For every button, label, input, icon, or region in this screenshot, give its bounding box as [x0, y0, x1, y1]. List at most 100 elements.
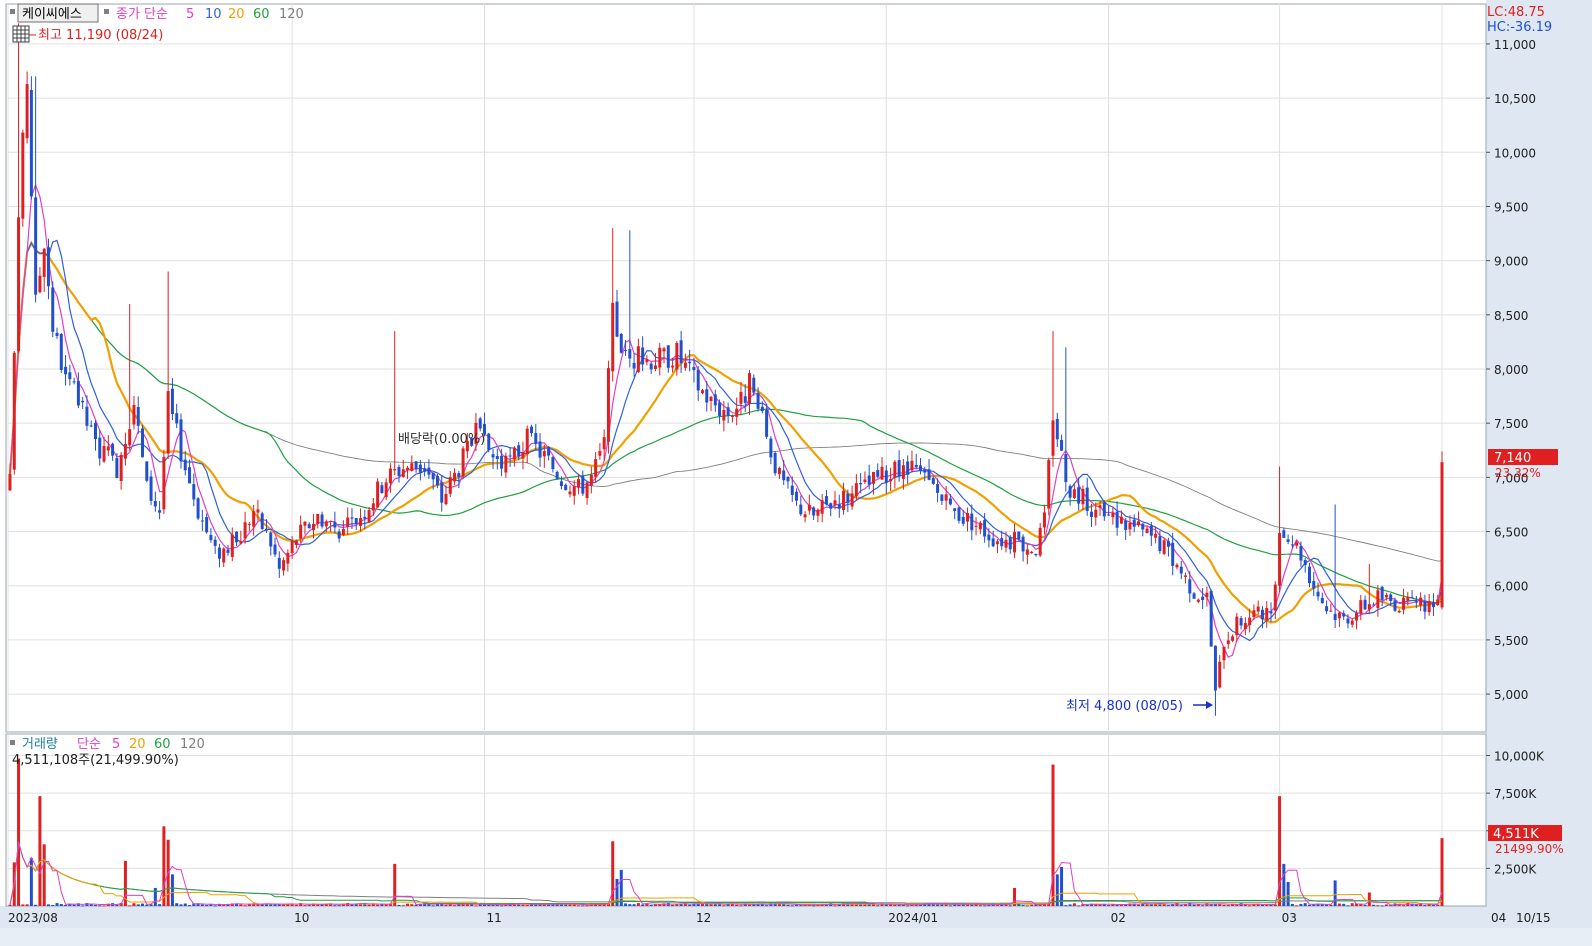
- candle-body[interactable]: [897, 460, 901, 477]
- volume-bar[interactable]: [1030, 904, 1034, 906]
- volume-bar[interactable]: [1342, 903, 1346, 906]
- volume-bar[interactable]: [581, 905, 585, 907]
- candle-body[interactable]: [1397, 610, 1401, 613]
- candle-body[interactable]: [401, 469, 405, 477]
- candle-body[interactable]: [679, 340, 683, 364]
- volume-bar[interactable]: [59, 903, 63, 906]
- candle-body[interactable]: [756, 392, 760, 409]
- candle-body[interactable]: [406, 467, 410, 471]
- candle-body[interactable]: [376, 481, 380, 508]
- volume-bar[interactable]: [1017, 904, 1021, 906]
- candle-body[interactable]: [1154, 533, 1158, 538]
- volume-bar[interactable]: [1235, 905, 1239, 907]
- volume-bar[interactable]: [1376, 905, 1380, 907]
- volume-bar[interactable]: [1320, 904, 1324, 906]
- candle-body[interactable]: [51, 287, 55, 332]
- volume-bar[interactable]: [1072, 903, 1076, 906]
- volume-bar[interactable]: [93, 904, 97, 906]
- candle-body[interactable]: [1410, 597, 1414, 599]
- candle-body[interactable]: [380, 485, 384, 494]
- candle-body[interactable]: [662, 348, 666, 352]
- candle-body[interactable]: [504, 455, 508, 473]
- candle-body[interactable]: [1042, 512, 1046, 528]
- candle-body[interactable]: [1239, 618, 1243, 626]
- candle-body[interactable]: [786, 476, 790, 482]
- volume-bar[interactable]: [376, 904, 380, 906]
- volume-bar[interactable]: [966, 904, 970, 906]
- candle-body[interactable]: [277, 557, 281, 569]
- candle-body[interactable]: [1414, 601, 1418, 603]
- candle-body[interactable]: [619, 333, 623, 353]
- candle-body[interactable]: [577, 479, 581, 488]
- volume-bar[interactable]: [81, 905, 85, 907]
- volume-bar[interactable]: [303, 905, 307, 907]
- volume-bar[interactable]: [158, 904, 162, 906]
- candle-body[interactable]: [978, 522, 982, 530]
- volume-bar[interactable]: [200, 904, 204, 906]
- candle-body[interactable]: [209, 534, 213, 541]
- candle-body[interactable]: [324, 521, 328, 527]
- candle-body[interactable]: [269, 532, 273, 547]
- volume-bar[interactable]: [1064, 905, 1068, 907]
- candle-body[interactable]: [128, 429, 132, 446]
- volume-bar[interactable]: [38, 796, 42, 906]
- candle-body[interactable]: [145, 461, 149, 481]
- candle-body[interactable]: [1312, 581, 1316, 589]
- candle-body[interactable]: [551, 457, 555, 470]
- candle-body[interactable]: [1128, 522, 1132, 530]
- candle-body[interactable]: [93, 422, 97, 440]
- candle-body[interactable]: [158, 510, 162, 513]
- volume-bar[interactable]: [525, 905, 529, 907]
- candle-body[interactable]: [974, 525, 978, 527]
- candle-body[interactable]: [735, 408, 739, 417]
- candle-body[interactable]: [491, 454, 495, 458]
- candle-body[interactable]: [1030, 551, 1034, 554]
- volume-bar[interactable]: [957, 904, 961, 906]
- volume-bar[interactable]: [307, 905, 311, 907]
- candle-body[interactable]: [692, 366, 696, 371]
- volume-bar[interactable]: [688, 904, 692, 906]
- candle-body[interactable]: [1213, 645, 1217, 691]
- candle-body[interactable]: [1064, 454, 1068, 483]
- volume-bar[interactable]: [183, 903, 187, 906]
- candle-body[interactable]: [713, 394, 717, 406]
- candle-body[interactable]: [1278, 532, 1282, 586]
- candle-body[interactable]: [170, 388, 174, 415]
- volume-bar[interactable]: [427, 904, 431, 906]
- candle-body[interactable]: [957, 507, 961, 521]
- candle-body[interactable]: [1273, 584, 1277, 611]
- candle-body[interactable]: [132, 404, 136, 425]
- volume-bar[interactable]: [632, 904, 636, 906]
- candle-body[interactable]: [555, 471, 559, 479]
- candle-body[interactable]: [547, 446, 551, 456]
- candle-body[interactable]: [1380, 586, 1384, 600]
- candle-body[interactable]: [461, 448, 465, 477]
- candle-body[interactable]: [1346, 618, 1350, 624]
- volume-bar[interactable]: [1201, 905, 1205, 907]
- candle-body[interactable]: [363, 516, 367, 519]
- volume-bar[interactable]: [145, 904, 149, 906]
- candle-body[interactable]: [773, 453, 777, 474]
- candle-body[interactable]: [658, 347, 662, 368]
- candle-body[interactable]: [1051, 420, 1055, 456]
- candle-body[interactable]: [1141, 523, 1145, 530]
- volume-bar[interactable]: [833, 905, 837, 907]
- volume-bar[interactable]: [1333, 880, 1337, 906]
- volume-bar[interactable]: [1098, 904, 1102, 906]
- volume-bar[interactable]: [1021, 905, 1025, 907]
- candle-body[interactable]: [307, 524, 311, 529]
- candle-body[interactable]: [854, 483, 858, 497]
- volume-bar[interactable]: [585, 905, 589, 907]
- candle-body[interactable]: [906, 461, 910, 475]
- candle-body[interactable]: [1192, 593, 1196, 599]
- candle-body[interactable]: [696, 369, 700, 391]
- candle-body[interactable]: [1393, 600, 1397, 611]
- volume-bar[interactable]: [1384, 904, 1388, 906]
- candle-body[interactable]: [1158, 536, 1162, 552]
- candle-body[interactable]: [495, 456, 499, 459]
- candle-body[interactable]: [393, 469, 397, 471]
- candle-body[interactable]: [384, 482, 388, 498]
- candle-body[interactable]: [517, 445, 521, 457]
- volume-bar[interactable]: [25, 904, 29, 906]
- candle-body[interactable]: [940, 494, 944, 501]
